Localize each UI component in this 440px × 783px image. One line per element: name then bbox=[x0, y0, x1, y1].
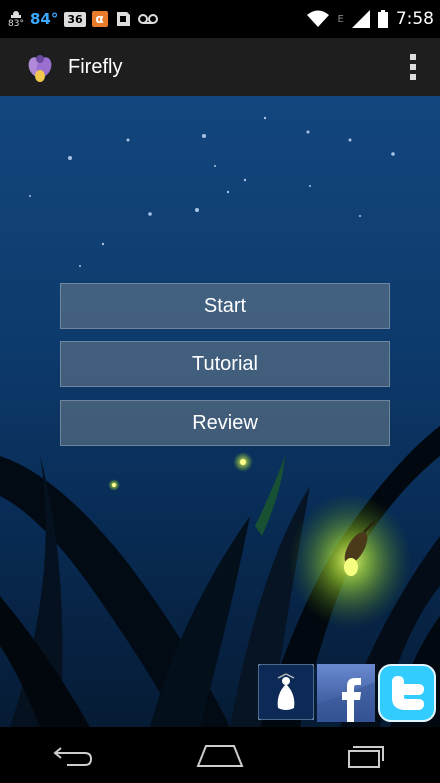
alpha-app-icon: α bbox=[91, 11, 108, 27]
start-button[interactable]: Start bbox=[60, 283, 390, 329]
clock: 7:58 bbox=[395, 9, 434, 29]
sd-card-icon bbox=[116, 12, 130, 26]
review-button[interactable]: Review bbox=[60, 400, 390, 446]
firefly-app-icon bbox=[28, 55, 52, 82]
status-bar-left: 83° 84° 36 α bbox=[0, 9, 158, 29]
voicemail-icon bbox=[137, 14, 158, 24]
app-title: Firefly bbox=[68, 55, 123, 78]
status-bar-right: E 7:58 bbox=[307, 9, 440, 29]
overflow-menu-icon[interactable] bbox=[410, 54, 418, 80]
home-icon[interactable] bbox=[190, 735, 250, 775]
app-logo-icon[interactable] bbox=[258, 664, 314, 720]
calendar-badge: 36 bbox=[64, 11, 86, 27]
temp-small: 83° bbox=[8, 19, 24, 29]
facebook-icon[interactable] bbox=[317, 664, 375, 722]
stars bbox=[29, 116, 395, 267]
wifi-icon bbox=[307, 10, 330, 27]
action-bar: Firefly bbox=[0, 38, 440, 97]
weather-notification: 83° bbox=[8, 9, 24, 29]
weather-icon bbox=[10, 11, 21, 18]
twitter-icon[interactable] bbox=[378, 664, 436, 722]
signal-icon bbox=[351, 10, 370, 28]
status-bar: 83° 84° 36 α E 7:58 bbox=[0, 0, 440, 38]
network-type: E bbox=[337, 13, 344, 25]
temperature: 84° bbox=[29, 10, 59, 28]
battery-icon bbox=[377, 10, 388, 28]
navigation-bar bbox=[0, 727, 440, 783]
back-icon[interactable] bbox=[43, 735, 103, 775]
recent-apps-icon[interactable] bbox=[337, 735, 397, 775]
main-scene: Start Tutorial Review bbox=[0, 96, 440, 727]
tutorial-button[interactable]: Tutorial bbox=[60, 341, 390, 387]
